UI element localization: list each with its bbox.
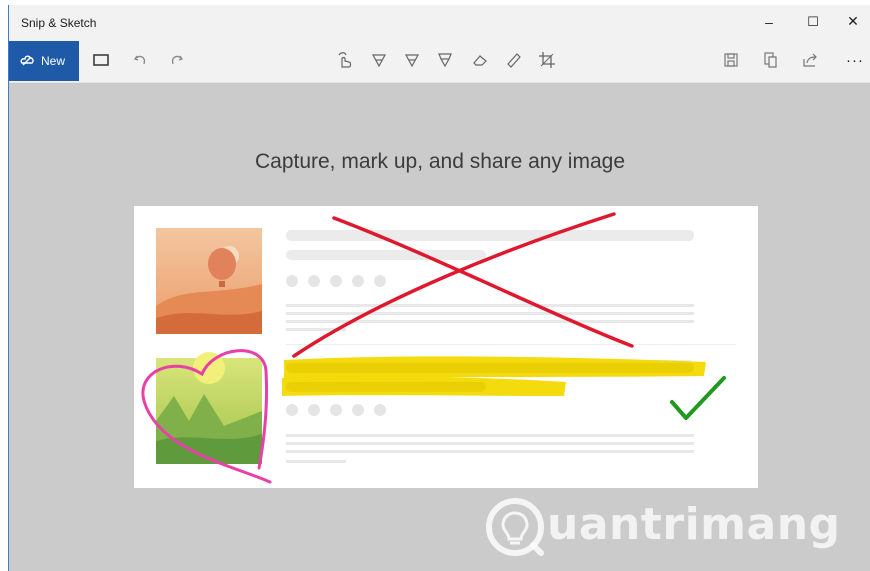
text-placeholders [286,230,736,463]
close-icon: ✕ [847,13,859,29]
desert-thumbnail [156,228,262,334]
app-window: Snip & Sketch – ☐ ✕ New ··· Capture, mar… [8,5,870,571]
ballpoint-pen-icon[interactable] [365,46,393,74]
minimize-icon: – [765,13,773,30]
touch-writing-icon[interactable] [331,46,359,74]
new-button-label: New [41,54,66,68]
canvas-area: Capture, mark up, and share any image ua… [9,84,870,571]
pencil-icon[interactable] [398,46,426,74]
welcome-illustration [134,206,758,488]
yellow-highlight-markup [282,356,706,396]
new-snip-button[interactable]: New [9,41,79,81]
watermark: uantrimang [483,493,840,561]
eraser-icon[interactable] [466,46,494,74]
welcome-caption: Capture, mark up, and share any image [254,150,626,173]
maximize-icon: ☐ [807,13,819,29]
more-options-button[interactable]: ··· [841,46,869,74]
title-bar: Snip & Sketch – ☐ ✕ [9,5,870,38]
copy-icon[interactable] [757,46,785,74]
crop-icon[interactable] [533,46,561,74]
undo-icon[interactable] [127,46,155,74]
minimize-button[interactable]: – [747,5,791,38]
toolbar: New ··· [9,38,870,83]
ruler-icon[interactable] [500,46,528,74]
highlighter-icon[interactable] [431,46,459,74]
window-title: Snip & Sketch [21,16,97,30]
snip-mode-icon[interactable] [87,46,115,74]
illustration-graphic [141,212,736,484]
green-check-markup [670,376,726,420]
close-button[interactable]: ✕ [835,5,870,38]
share-icon[interactable] [796,46,824,74]
redo-icon[interactable] [162,46,190,74]
watermark-text: uantrimang [547,499,841,550]
maximize-button[interactable]: ☐ [791,5,835,38]
watermark-logo-icon [486,498,544,556]
landscape-thumbnail [156,352,262,464]
snip-icon [19,52,35,71]
save-icon[interactable] [717,46,745,74]
